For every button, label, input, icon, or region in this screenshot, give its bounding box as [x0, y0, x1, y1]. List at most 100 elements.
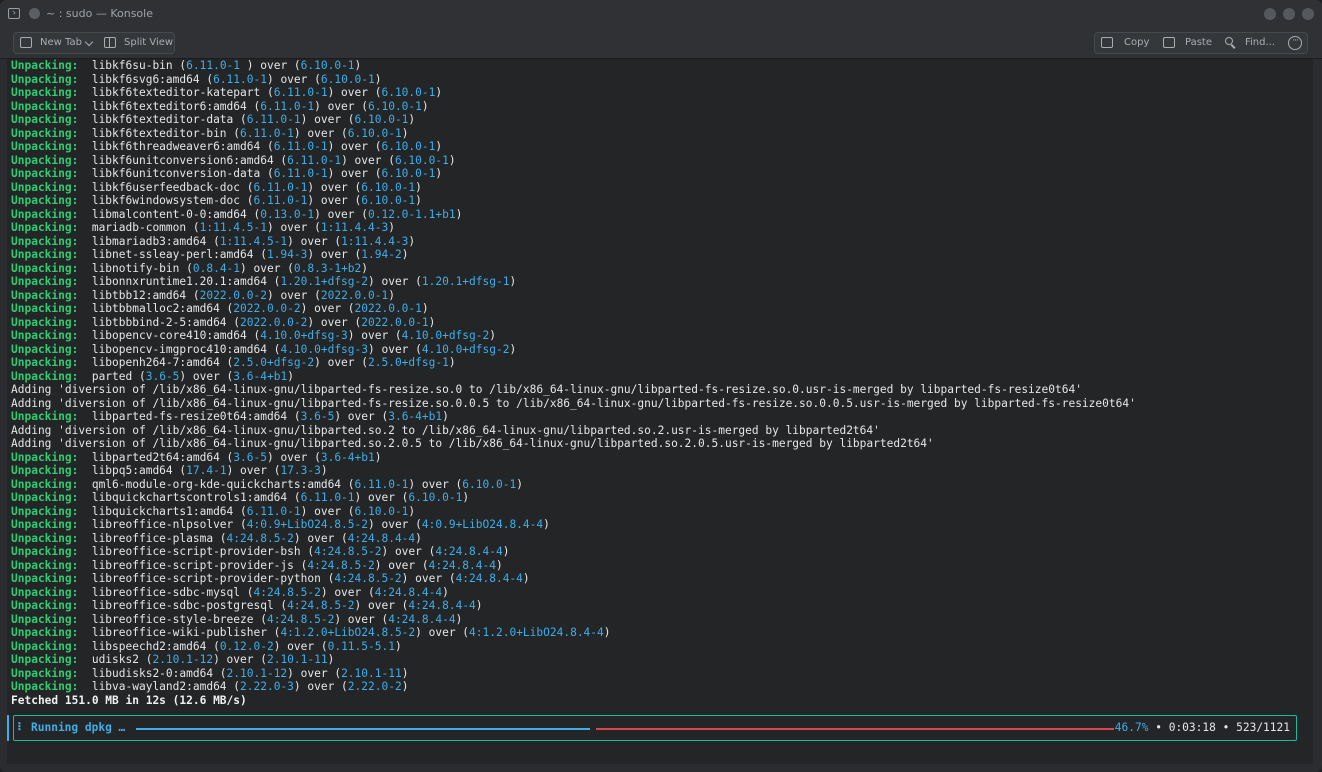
status-keyword: Unpacking:	[11, 315, 79, 329]
progress-percent: 46.7%	[1114, 721, 1149, 734]
close-icon[interactable]	[1302, 8, 1314, 20]
paste-button[interactable]: Paste	[1157, 33, 1217, 53]
terminal-line: Unpacking: libquickchartscontrols1:amd64…	[11, 491, 1136, 505]
status-keyword: Unpacking:	[11, 275, 79, 288]
terminal-line: Unpacking: libnet-ssleay-perl:amd64 (1.9…	[11, 248, 1136, 262]
line-text: ) over (	[327, 167, 382, 180]
status-keyword: Unpacking:	[11, 207, 79, 221]
status-keyword: Unpacking:	[11, 180, 79, 194]
line-text: udisks2 (	[78, 653, 153, 666]
line-text: libkf6svg6:amd64 (	[78, 72, 214, 86]
terminal-line: Unpacking: libkf6unitconversion-data ( 6.…	[11, 167, 1136, 181]
new-tab-button[interactable]: New Tab	[14, 33, 104, 53]
status-keyword: Unpacking:	[11, 626, 79, 639]
terminal-line: Unpacking: libkf6threadweaver6:amd64 (6.…	[11, 140, 1136, 154]
status-keyword: Unpacking:	[11, 248, 79, 261]
line-text: )	[489, 329, 496, 342]
terminal-line: Adding 'diversion of /lib/x86_64-linux-g…	[11, 437, 1136, 451]
line-text: )	[428, 315, 436, 329]
version-text: 6.11.0-1	[186, 59, 241, 72]
terminal-line: Unpacking: parted (3.6-5) over (3.6-4+b1…	[11, 370, 1136, 384]
line-text: )	[421, 99, 429, 113]
status-keyword: Unpacking:	[11, 329, 79, 342]
status-keyword: Unpacking:	[11, 491, 79, 504]
version-text: 2022.0.0-2	[199, 288, 267, 302]
version-text: 6.11.0-1	[253, 194, 308, 207]
terminal-line: Adding 'diversion of /lib/x86_64-linux-g…	[11, 424, 1136, 438]
terminal-line: Unpacking: libkf6userfeedback-doc (6.11.…	[11, 181, 1136, 195]
line-text: ) over (	[213, 653, 267, 666]
line-text: ) over (	[368, 342, 422, 356]
terminal-line: Unpacking: libtbbbind-2-5:amd64 (2022.0.…	[11, 316, 1136, 330]
elapsed-time: 0:03:18	[1168, 721, 1216, 734]
copy-button[interactable]: Copy	[1095, 33, 1157, 53]
terminal-line: Unpacking: libkf6texteditor-bin (6.11.0-…	[11, 127, 1136, 141]
line-text: libopenh264-7:amd64 (	[78, 356, 234, 369]
line-text: )	[408, 234, 416, 248]
line-text: )	[516, 477, 523, 491]
terminal-line: Unpacking: libkf6su-bin (6.11.0-1 ) over…	[11, 59, 1136, 73]
terminal-line: Unpacking: libreoffice-script-provider-b…	[11, 545, 1136, 559]
line-text: )	[448, 356, 456, 369]
line-text: )	[603, 626, 611, 639]
line-text: ) over (	[314, 356, 368, 369]
terminal-line: Unpacking: libtbb12:amd64 (2022.0.0-2) o…	[11, 289, 1136, 303]
version-text: 3.6-4+b1	[233, 369, 288, 383]
line-text: )	[415, 194, 422, 207]
line-text: ) over (	[287, 234, 342, 248]
line-text: ) over (	[266, 288, 321, 302]
terminal-lines: Unpacking: libkf6su-bin (6.11.0-1 ) over…	[11, 59, 1136, 707]
chevron-down-icon[interactable]	[84, 37, 94, 47]
title-bar[interactable]: ~ : sudo — Konsole	[0, 0, 1322, 29]
version-text: 4:24.8.5-2	[287, 599, 355, 612]
minimize-icon[interactable]	[1264, 8, 1276, 20]
line-text: )	[374, 72, 382, 86]
copy-icon	[1101, 37, 1113, 48]
terminal-line: Unpacking: libnotify-bin (0.8.4-1) over …	[11, 262, 1136, 276]
maximize-icon[interactable]	[1283, 8, 1295, 20]
status-keyword: Unpacking:	[11, 666, 79, 680]
status-keyword: Unpacking:	[11, 504, 79, 518]
line-text: libtbbmalloc2:amd64 (	[78, 302, 234, 315]
status-keyword: Unpacking:	[11, 356, 79, 369]
split-view-button[interactable]: Split View	[102, 33, 176, 53]
line-text: )	[421, 302, 429, 315]
line-text: )	[455, 612, 463, 626]
terminal-line: Unpacking: libparted2t64:amd64 (3.6-5) o…	[11, 451, 1136, 465]
version-text: 6.10.0-1	[381, 167, 436, 180]
version-text: 2.5.0+dfsg-1	[368, 356, 449, 369]
version-text: 6.11.0-1	[273, 140, 328, 153]
version-text: 4:24.8.4-4	[455, 572, 523, 585]
version-text: 1:11.4.5-1	[219, 234, 288, 248]
terminal-line: Unpacking: libreoffice-script-provider-j…	[11, 559, 1136, 573]
terminal-line: Unpacking: libreoffice-sdbc-postgresql (…	[11, 599, 1136, 613]
edit-controls: Copy Paste Find... ···	[1094, 32, 1308, 54]
terminal-line: Unpacking: udisks2 (2.10.1-12) over (2.1…	[11, 653, 1136, 667]
line-text: libkf6unitconversion-data (	[78, 167, 274, 180]
line-text: )	[408, 113, 416, 126]
status-keyword: Unpacking:	[11, 167, 79, 180]
terminal-output[interactable]: Unpacking: libkf6su-bin (6.11.0-1 ) over…	[7, 59, 1313, 764]
line-text: ) over (	[273, 639, 328, 653]
version-text: 6.10.0-1	[354, 113, 409, 126]
version-text: 6.11.0-1	[246, 113, 301, 126]
line-text: libnet-ssleay-perl:amd64 (	[78, 248, 267, 261]
terminal-line: Unpacking: libreoffice-nlpsolver (4:0.9+…	[11, 518, 1136, 532]
find-button[interactable]: Find...	[1219, 33, 1277, 53]
version-text: 2.10.1-11	[266, 653, 328, 666]
line-text: libreoffice-script-provider-python (	[78, 572, 335, 585]
version-text: 4:24.8.5-2	[307, 558, 375, 572]
find-label: Find...	[1245, 37, 1276, 48]
line-text: libreoffice-script-provider-bsh (	[78, 545, 315, 558]
version-text: 2022.0.0-1	[320, 288, 389, 302]
terminal-line: Adding 'diversion of /lib/x86_64-linux-g…	[11, 397, 1136, 411]
line-text: )	[435, 140, 443, 153]
hamburger-menu-icon[interactable]: ···	[1288, 36, 1302, 50]
line-text: libkf6userfeedback-doc (	[78, 180, 254, 194]
version-text: 1.20.1+dfsg-2	[280, 275, 368, 288]
line-text: ) over (	[240, 59, 301, 72]
line-text: )	[287, 369, 294, 383]
status-keyword: Unpacking:	[11, 140, 79, 153]
dpkg-progress: ⠇ Running dpkg … 46.7% • 0:03:18 • 523/1…	[13, 715, 1297, 741]
line-text: ) over (	[240, 261, 294, 275]
